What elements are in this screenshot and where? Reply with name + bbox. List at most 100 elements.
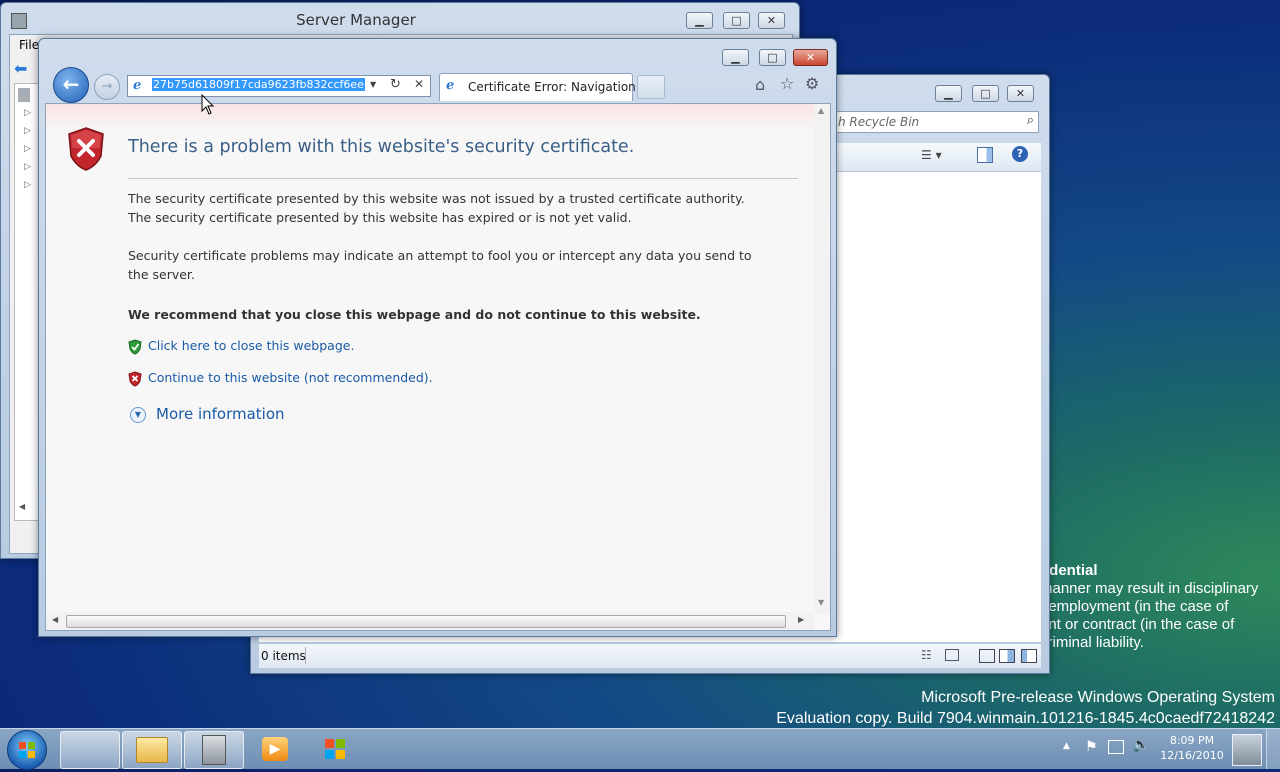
maximize-icon: □ [731,14,742,27]
user-avatar[interactable] [1232,734,1262,766]
horizontal-scrollbar[interactable]: ◀ ▶ [46,612,814,630]
maximize-icon: □ [767,51,778,64]
tab-certificate-error[interactable]: ℯ Certificate Error: Navigation ... [439,73,651,101]
show-desktop-button[interactable] [1266,729,1280,769]
folder-icon [136,737,168,763]
close-webpage-link[interactable]: Click here to close this webpage. [148,338,354,353]
close-button[interactable]: ✕ [758,12,785,29]
scroll-up-arrow[interactable]: ▲ [818,106,824,115]
more-information-link[interactable]: More information [156,405,285,423]
thumbnail-view-icon[interactable] [945,649,959,661]
maximize-button[interactable]: □ [723,12,750,29]
refresh-icon[interactable]: ↻ [390,77,401,92]
ie-page-icon: ℯ [133,78,142,93]
status-bar: 0 items ☷ [259,643,1041,668]
home-icon[interactable]: ⌂ [755,75,765,94]
stop-icon[interactable]: ✕ [414,77,424,91]
confidential-line: f employment (in the case of [1040,598,1229,615]
layout-pane-icon[interactable] [1021,649,1037,663]
media-player-icon: ▶ [262,737,288,761]
close-icon: ✕ [805,51,816,64]
close-icon: ✕ [766,14,777,27]
chevron-right-icon[interactable]: ▷ [24,108,31,118]
error-heading: There is a problem with this website's s… [128,137,635,157]
close-button[interactable]: ✕ [793,49,828,66]
server-manager-title: Server Manager [296,11,416,29]
clock-date: 12/16/2010 [1160,749,1224,762]
chevron-right-icon[interactable]: ▷ [24,180,31,190]
details-view-icon[interactable]: ☷ [921,648,932,662]
windows-flag-icon [325,739,345,759]
chevron-right-icon[interactable]: ▷ [24,126,31,136]
watermark-line-2: Evaluation copy. Build 7904.winmain.1012… [776,710,1275,727]
green-shield-icon [128,339,142,355]
taskbar-windows-update[interactable] [306,731,364,767]
scroll-left-arrow[interactable]: ◀ [19,502,25,511]
tools-gear-icon[interactable]: ⚙ [805,74,819,93]
show-hidden-icons[interactable]: ▲ [1063,741,1070,751]
heading-divider [128,178,798,179]
ie-content-area: There is a problem with this website's s… [45,103,831,631]
minimize-icon: ▁ [944,87,953,100]
maximize-button[interactable]: □ [759,49,786,66]
address-dropdown-icon[interactable]: ▼ [370,80,376,89]
network-icon[interactable] [1108,740,1124,754]
recommendation-text: We recommend that you close this webpage… [128,307,701,322]
search-input[interactable]: h Recycle Bin [838,115,919,129]
search-icon[interactable]: ⌕ [1027,113,1034,128]
scroll-down-arrow[interactable]: ▼ [818,598,824,607]
menu-file[interactable]: File [19,38,39,52]
expand-chevron-icon[interactable]: ▼ [130,407,146,423]
minimize-button[interactable]: ▁ [686,12,713,29]
view-options-icon[interactable]: ☰ ▾ [921,148,942,162]
new-tab-button[interactable] [637,75,665,99]
maximize-icon: □ [980,87,991,100]
layout-pane-icon[interactable] [979,649,995,663]
vertical-scrollbar[interactable]: ▲ ▼ [814,104,830,614]
layout-pane-icon[interactable] [999,649,1015,663]
taskbar: ▶ ▲ ⚑ 🔈 8:09 PM 12/16/2010 [0,728,1280,770]
back-arrow-icon[interactable]: ⬅ [14,59,27,78]
mouse-cursor-icon [201,94,215,115]
cert-issue-line-1: The security certificate presented by th… [128,191,745,206]
address-input[interactable]: 27b75d61809f17cda9623fb832ccf6ee [152,78,365,91]
minimize-button[interactable]: ▁ [935,85,962,102]
maximize-button[interactable]: □ [972,85,999,102]
confidential-title: fidential [1040,562,1098,579]
start-button[interactable] [7,730,47,770]
watermark-line-1: Microsoft Pre-release Windows Operating … [921,689,1275,706]
preview-pane-icon[interactable] [977,147,993,163]
taskbar-media-player[interactable]: ▶ [246,731,304,767]
minimize-icon: ▁ [731,51,740,64]
volume-muted-icon[interactable]: 🔈 [1132,737,1149,753]
server-icon [18,88,30,102]
close-button[interactable]: ✕ [1007,85,1034,102]
chevron-right-icon[interactable]: ▷ [24,162,31,172]
back-button[interactable]: ← [53,67,89,103]
windows-logo-icon [19,742,35,758]
action-center-flag-icon[interactable]: ⚑ [1085,739,1098,755]
forward-button[interactable]: → [94,74,120,100]
tab-title: Certificate Error: Navigation ... [468,80,652,94]
ie-window[interactable]: ▁ □ ✕ ← → ℯ 27b75d61809f17cda9623fb832cc… [38,38,837,637]
taskbar-explorer[interactable] [122,731,182,769]
status-item-count: 0 items [261,649,306,663]
scroll-left-arrow[interactable]: ◀ [52,615,58,624]
clock[interactable]: 8:09 PM 12/16/2010 [1156,733,1228,763]
cert-warning-paragraph: Security certificate problems may indica… [128,248,752,282]
taskbar-ie[interactable] [60,731,120,769]
help-icon[interactable]: ? [1012,146,1028,162]
scroll-right-arrow[interactable]: ▶ [798,615,804,624]
forward-arrow-icon: → [101,79,113,94]
confidential-line: ent or contract (in the case of [1040,616,1235,633]
address-bar[interactable]: ℯ 27b75d61809f17cda9623fb832ccf6ee ▼ ↻ ✕ [127,75,431,97]
minimize-button[interactable]: ▁ [722,49,749,66]
status-divider [305,647,306,664]
minimize-icon: ▁ [695,14,704,27]
taskbar-server-manager[interactable] [184,731,244,769]
continue-to-website-link[interactable]: Continue to this website (not recommende… [148,370,433,385]
favorites-star-icon[interactable]: ☆ [780,74,794,93]
search-box[interactable]: h Recycle Bin ⌕ [833,111,1039,133]
chevron-right-icon[interactable]: ▷ [24,144,31,154]
horizontal-scroll-thumb[interactable] [66,615,786,628]
